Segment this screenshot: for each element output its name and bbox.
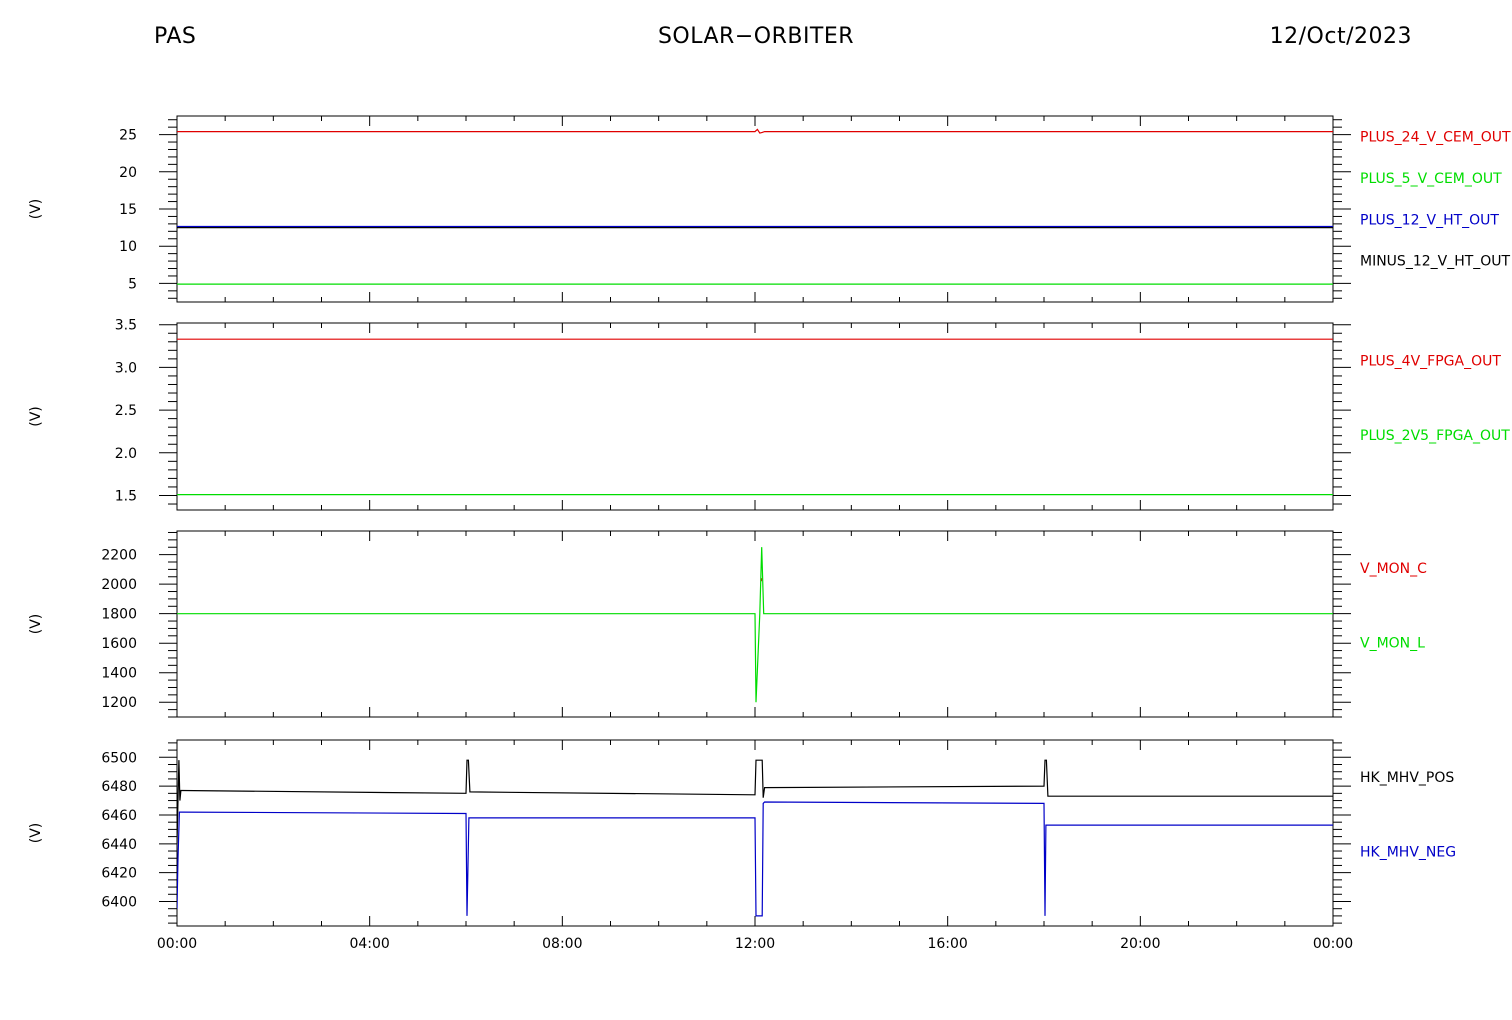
x-tick-label: 00:00 <box>157 936 197 952</box>
series-line-v-mon-l <box>177 547 1333 703</box>
y-tick-label: 6420 <box>101 866 137 882</box>
y-tick-label: 1.5 <box>115 488 137 504</box>
plot-frame <box>176 322 1334 511</box>
legend-label: V_MON_L <box>1360 636 1425 652</box>
y-tick-label: 20 <box>119 165 137 181</box>
panel-3: 1200 1400 1600 1800 2000 2200 (V) V_MON_C V_MON_… <box>28 530 1427 718</box>
y-tick-label: 1200 <box>101 695 137 711</box>
x-tick-label: 00:00 <box>1313 936 1353 952</box>
y-tick-label: 2000 <box>101 577 137 593</box>
legend-label: V_MON_C <box>1360 561 1427 577</box>
x-tick-label: 12:00 <box>735 936 775 952</box>
y-tick-label: 3.5 <box>115 318 137 334</box>
y-tick-label: 6500 <box>101 750 137 766</box>
y-tick-label: 5 <box>128 276 137 292</box>
y-tick-label: 15 <box>119 202 137 218</box>
legend-label: HK_MHV_NEG <box>1360 845 1456 861</box>
y-tick-label: 6460 <box>101 808 137 824</box>
stacked-voltage-charts: 5 10 15 20 25 (V) PLUS_24_V_CEM_OUT PLUS_5_V_CE… <box>28 115 1511 952</box>
legend-label: PLUS_4V_FPGA_OUT <box>1360 353 1501 369</box>
panel-4: 6400 6420 6440 6460 6480 6500 (V) HK_MHV_POS HK_… <box>28 739 1456 927</box>
y-tick-label: 6440 <box>101 837 137 853</box>
panel-2: 1.5 2.0 2.5 3.0 3.5 (V) PLUS_4V_FPGA_OUT PLUS_2… <box>28 318 1510 511</box>
legend-label: HK_MHV_POS <box>1360 770 1454 786</box>
legend-label: PLUS_5_V_CEM_OUT <box>1360 171 1502 187</box>
y-tick-label: 2200 <box>101 548 137 564</box>
panel-1: 5 10 15 20 25 (V) PLUS_24_V_CEM_OUT PLUS_5_V_CE… <box>28 115 1511 303</box>
legend-label: PLUS_12_V_HT_OUT <box>1360 212 1499 228</box>
y-axis-label: (V) <box>28 823 44 844</box>
y-axis-label: (V) <box>28 614 44 635</box>
y-tick-label: 6480 <box>101 779 137 795</box>
y-tick-label: 3.0 <box>115 360 137 376</box>
x-tick-label: 04:00 <box>349 936 389 952</box>
x-tick-label: 20:00 <box>1120 936 1160 952</box>
series-line-hk-mhv-neg <box>177 801 1333 917</box>
y-tick-label: 25 <box>119 128 137 144</box>
series-line-plus-24-v-cem-out <box>177 128 1333 134</box>
x-tick-label: 08:00 <box>542 936 582 952</box>
y-axis-label: (V) <box>28 199 44 220</box>
y-tick-label: 1800 <box>101 607 137 623</box>
y-tick-label: 6400 <box>101 894 137 910</box>
y-tick-label: 10 <box>119 239 137 255</box>
legend-label: MINUS_12_V_HT_OUT <box>1360 254 1511 270</box>
plot-frame <box>176 115 1334 303</box>
y-tick-label: 2.5 <box>115 403 137 419</box>
legend-label: PLUS_24_V_CEM_OUT <box>1360 130 1511 146</box>
y-axis-label: (V) <box>28 406 44 427</box>
legend-label: PLUS_2V5_FPGA_OUT <box>1360 428 1510 444</box>
y-tick-label: 2.0 <box>115 446 137 462</box>
y-tick-label: 1600 <box>101 636 137 652</box>
y-tick-label: 1400 <box>101 666 137 682</box>
x-tick-label: 16:00 <box>927 936 967 952</box>
